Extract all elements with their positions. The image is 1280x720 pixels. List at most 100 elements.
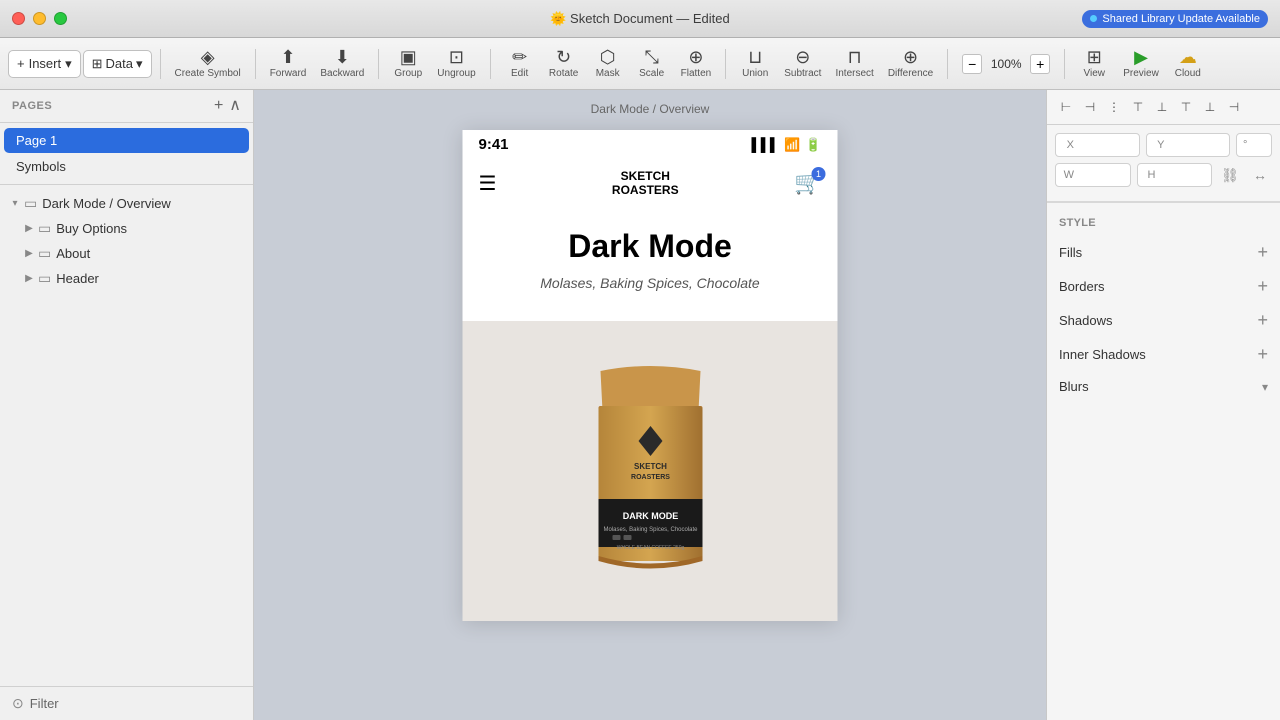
subtract-label: Subtract: [784, 68, 821, 79]
close-button[interactable]: [12, 12, 25, 25]
y-label: Y: [1153, 139, 1165, 151]
blurs-section-header[interactable]: Blurs ▾: [1047, 371, 1280, 402]
rotate-label: Rotate: [549, 68, 578, 79]
forward-icon: ⬆: [280, 48, 295, 66]
shadows-section-header[interactable]: Shadows +: [1047, 303, 1280, 337]
layer-header-label: Header: [56, 271, 99, 286]
canvas[interactable]: Dark Mode / Overview 9:41 ▌▌▌ 📶 🔋 ☰ SKET…: [254, 90, 1046, 720]
artboard: 9:41 ▌▌▌ 📶 🔋 ☰ SKETCH ROASTERS 🛒 1: [463, 130, 838, 621]
collapse-pages-button[interactable]: ∧: [229, 98, 241, 114]
h-input[interactable]: H: [1137, 163, 1213, 187]
intersect-button[interactable]: ⊓ Intersect: [829, 45, 879, 82]
flip-h-icon: ↔: [1253, 167, 1267, 183]
scale-button[interactable]: ⤡ Scale: [631, 45, 673, 82]
rotate-button[interactable]: ↻ Rotate: [543, 45, 585, 82]
view-button[interactable]: ⊞ View: [1073, 45, 1115, 82]
breadcrumb: Dark Mode / Overview: [254, 102, 1046, 116]
align-center-h-button[interactable]: ⊣: [1079, 96, 1101, 118]
pages-section-title: PAGES: [12, 100, 52, 112]
mask-button[interactable]: ⬡ Mask: [587, 45, 629, 82]
distribute-h-button[interactable]: ⊤: [1127, 96, 1149, 118]
zoom-in-button[interactable]: +: [1030, 54, 1050, 74]
subtract-icon: ⊖: [795, 48, 810, 66]
w-input[interactable]: W: [1055, 163, 1131, 187]
lock-icon: ⛓: [1221, 167, 1239, 184]
filter-bar: ⊙ Filter: [0, 686, 253, 720]
ungroup-button[interactable]: ⊡ Ungroup: [431, 45, 481, 82]
fills-label: Fills: [1059, 245, 1082, 260]
sidebar-item-symbols[interactable]: Symbols: [4, 154, 249, 179]
layer-about-label: About: [56, 246, 90, 261]
properties-section: X Y ° W H: [1047, 125, 1280, 202]
align-left-button[interactable]: ⊢: [1055, 96, 1077, 118]
subtract-button[interactable]: ⊖ Subtract: [778, 45, 827, 82]
cloud-button[interactable]: ☁ Cloud: [1167, 45, 1209, 82]
app-logo: SKETCH ROASTERS: [612, 169, 679, 198]
layer-chevron-dm-overview: ▾: [8, 198, 22, 209]
maximize-button[interactable]: [54, 12, 67, 25]
edit-button[interactable]: ✏ Edit: [499, 45, 541, 82]
rotation-input[interactable]: °: [1236, 133, 1272, 157]
shared-library-badge[interactable]: Shared Library Update Available: [1082, 10, 1268, 28]
add-shadow-button[interactable]: +: [1257, 311, 1268, 329]
zoom-out-button[interactable]: −: [962, 54, 982, 74]
toolbar-sep-6: [947, 49, 948, 79]
cloud-label: Cloud: [1175, 68, 1201, 79]
style-title-row: STYLE: [1047, 207, 1280, 235]
data-button[interactable]: ⊞ Data ▾: [83, 50, 152, 78]
add-inner-shadow-button[interactable]: +: [1257, 345, 1268, 363]
cloud-icon: ☁: [1179, 48, 1197, 66]
difference-label: Difference: [888, 68, 933, 79]
group-button[interactable]: ▣ Group: [387, 45, 429, 82]
align-more-button[interactable]: ⋮: [1103, 96, 1125, 118]
layer-about[interactable]: ▶ ▭ About: [0, 241, 253, 266]
cart-button[interactable]: 🛒 1: [794, 170, 821, 196]
data-icon: ⊞: [92, 56, 103, 72]
minimize-button[interactable]: [33, 12, 46, 25]
union-button[interactable]: ⊔ Union: [734, 45, 776, 82]
align-top-button[interactable]: ⊤: [1175, 96, 1197, 118]
layer-header[interactable]: ▶ ▭ Header: [0, 266, 253, 291]
align-tools-group: ⊢ ⊣ ⋮ ⊤ ⊥ ⊤ ⊥ ⊣: [1055, 96, 1245, 118]
main-area: PAGES + ∧ Page 1 Symbols ▾ ▭ Dark Mode /…: [0, 90, 1280, 720]
forward-button[interactable]: ⬆ Forward: [264, 45, 313, 82]
page1-label: Page 1: [16, 133, 57, 148]
insert-button[interactable]: + Insert ▾: [8, 50, 81, 78]
backward-label: Backward: [320, 68, 364, 79]
hamburger-menu-icon[interactable]: ☰: [479, 171, 497, 196]
layer-buy-options[interactable]: ▶ ▭ Buy Options: [0, 216, 253, 241]
layer-dm-overview[interactable]: ▾ ▭ Dark Mode / Overview: [0, 191, 253, 216]
toolbar-sep-7: [1064, 49, 1065, 79]
zoom-value: 100%: [986, 57, 1026, 71]
align-bottom-button[interactable]: ⊥: [1199, 96, 1221, 118]
y-input[interactable]: Y: [1146, 133, 1231, 157]
flatten-button[interactable]: ⊕ Flatten: [675, 45, 718, 82]
folder-icon-buy-options: ▭: [38, 220, 51, 237]
preview-button[interactable]: ▶ Preview: [1117, 45, 1165, 82]
create-symbol-button[interactable]: ◈ Create Symbol: [169, 45, 247, 82]
lock-proportions-button[interactable]: ⛓: [1218, 163, 1242, 187]
window-title: 🌞 Sketch Document — Edited: [550, 11, 730, 27]
scale-label: Scale: [639, 68, 664, 79]
align-right-button[interactable]: ⊣: [1223, 96, 1245, 118]
fills-section-header[interactable]: Fills +: [1047, 235, 1280, 269]
add-border-button[interactable]: +: [1257, 277, 1268, 295]
sidebar-item-page1[interactable]: Page 1: [4, 128, 249, 153]
flip-h-button[interactable]: ↔: [1248, 163, 1272, 187]
status-time: 9:41: [479, 136, 509, 153]
inner-shadows-section-header[interactable]: Inner Shadows +: [1047, 337, 1280, 371]
fills-header-right: +: [1257, 243, 1268, 261]
borders-section-header[interactable]: Borders +: [1047, 269, 1280, 303]
forward-label: Forward: [270, 68, 307, 79]
ungroup-label: Ungroup: [437, 68, 475, 79]
add-fill-button[interactable]: +: [1257, 243, 1268, 261]
h-label: H: [1144, 169, 1156, 181]
x-input[interactable]: X: [1055, 133, 1140, 157]
add-page-button[interactable]: +: [214, 98, 223, 114]
shadows-header-right: +: [1257, 311, 1268, 329]
insert-label: Insert: [29, 56, 62, 71]
backward-button[interactable]: ⬇ Backward: [314, 45, 370, 82]
difference-button[interactable]: ⊕ Difference: [882, 45, 939, 82]
style-section: STYLE Fills + Borders + Shadows +: [1047, 203, 1280, 406]
distribute-v-button[interactable]: ⊥: [1151, 96, 1173, 118]
